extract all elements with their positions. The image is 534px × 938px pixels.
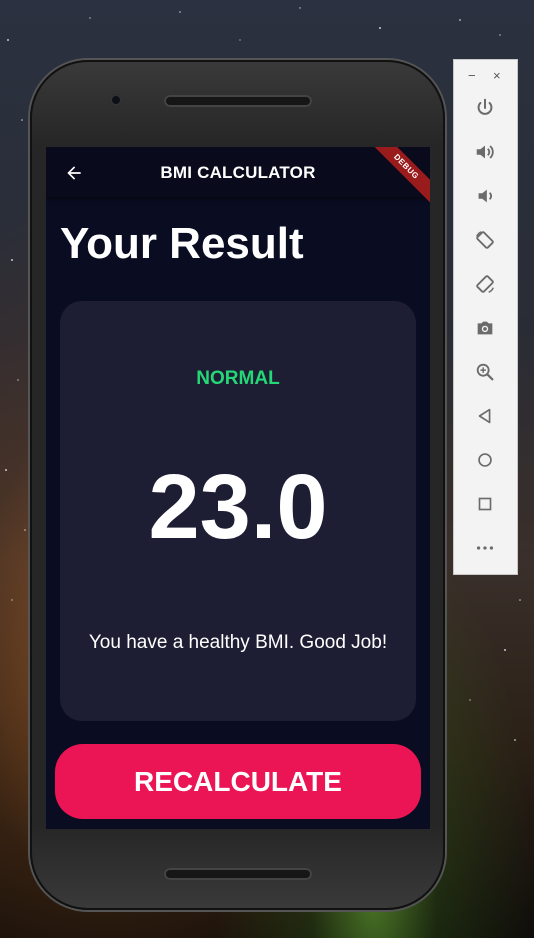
bmi-value: 23.0 xyxy=(148,456,328,558)
zoom-icon[interactable] xyxy=(473,360,497,384)
top-speaker xyxy=(164,95,312,107)
close-button[interactable]: × xyxy=(493,68,501,83)
recalculate-button[interactable]: RECALCULATE xyxy=(55,744,421,819)
volume-down-icon[interactable] xyxy=(473,184,497,208)
rotate-right-icon[interactable] xyxy=(473,272,497,296)
overview-icon[interactable] xyxy=(473,492,497,516)
bottom-speaker xyxy=(164,868,312,880)
app-screen: BMI CALCULATOR DEBUG Your Result NORMAL … xyxy=(46,147,430,829)
app-bar: BMI CALCULATOR DEBUG xyxy=(46,147,430,209)
front-camera xyxy=(110,94,122,106)
camera-icon[interactable] xyxy=(473,316,497,340)
rotate-left-icon[interactable] xyxy=(473,228,497,252)
result-card: NORMAL 23.0 You have a healthy BMI. Good… xyxy=(60,301,416,721)
back-icon[interactable] xyxy=(473,404,497,428)
home-icon[interactable] xyxy=(473,448,497,472)
page-title: Your Result xyxy=(60,219,304,268)
minimize-button[interactable]: − xyxy=(468,68,476,83)
volume-up-icon[interactable] xyxy=(473,140,497,164)
bmi-interpretation: You have a healthy BMI. Good Job! xyxy=(88,632,388,653)
more-icon[interactable] xyxy=(473,536,497,560)
emulator-toolbar: − × xyxy=(453,59,518,575)
power-icon[interactable] xyxy=(473,96,497,120)
app-title: BMI CALCULATOR xyxy=(160,163,316,182)
bmi-status: NORMAL xyxy=(196,368,280,389)
